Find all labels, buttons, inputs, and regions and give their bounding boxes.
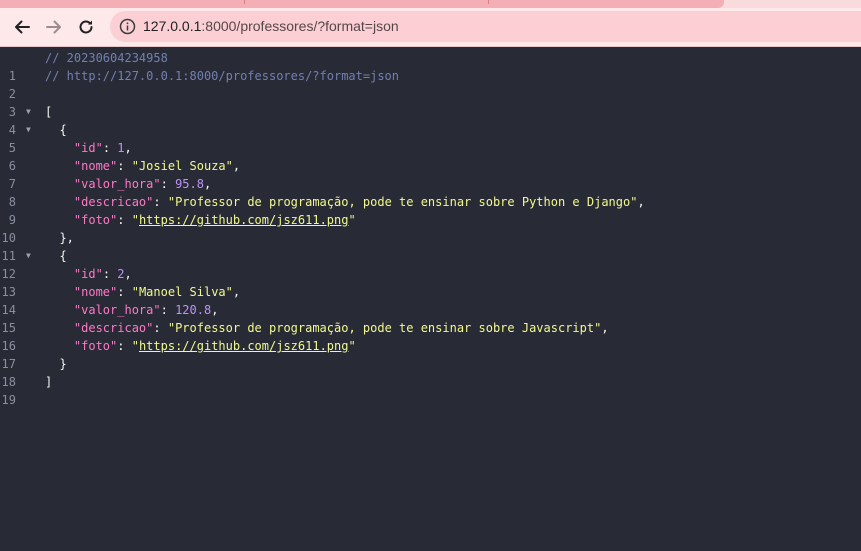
key-foto: "foto" <box>73 339 118 353</box>
foto-link[interactable]: https://github.com/jsz611.png <box>139 339 349 353</box>
arrow-left-icon <box>15 20 30 34</box>
field-line: "id": 2, <box>73 267 132 281</box>
code-line: 10 "foto": "https://github.com/jsz611.pn… <box>0 211 861 245</box>
key-id: "id" <box>73 267 103 281</box>
code-line: 5 ▼ { <box>0 121 861 155</box>
active-tab[interactable] <box>0 0 724 8</box>
key-nome: "nome" <box>73 285 118 299</box>
fold-toggle-icon[interactable]: ▼ <box>26 121 31 139</box>
object-close-brace: }, <box>45 231 74 245</box>
url-path: :8000/professores/?format=json <box>201 18 399 34</box>
code-line: 8 "valor_hora": 95.8, <box>0 175 861 209</box>
address-bar[interactable]: 127.0.0.1:8000/professores/?format=json <box>110 11 861 42</box>
url-text[interactable]: 127.0.0.1:8000/professores/?format=json <box>143 18 399 34</box>
forward-button[interactable] <box>40 14 68 40</box>
field-line: "descricao": "Professor de programação, … <box>73 321 609 335</box>
code-line: 9 "descricao": "Professor de programação… <box>0 193 861 227</box>
json-viewer: 1 // 20230604234958 2 // http://127.0.0.… <box>0 49 861 551</box>
url-host: 127.0.0.1 <box>143 18 202 34</box>
field-line: "descricao": "Professor de programação, … <box>73 195 645 209</box>
code-line: 13 "id": 2, <box>0 265 861 299</box>
array-open-bracket: [ <box>45 105 53 119</box>
value-descricao: "Professor de programação, pode te ensin… <box>167 321 602 335</box>
code-line: 19 ] <box>0 373 861 407</box>
tab-separator <box>488 0 489 4</box>
reload-button[interactable] <box>72 14 100 40</box>
back-button[interactable] <box>8 14 36 40</box>
code-line: 3 <box>0 85 861 119</box>
object-close-brace: } <box>45 357 67 371</box>
comment-url: // http://127.0.0.1:8000/professores/?fo… <box>45 69 400 83</box>
key-valor-hora: "valor_hora" <box>73 303 161 317</box>
key-foto: "foto" <box>73 213 118 227</box>
field-line: "nome": "Manoel Silva", <box>73 285 241 299</box>
code-line: 18 } <box>0 355 861 389</box>
value-descricao: "Professor de programação, pode te ensin… <box>167 195 638 209</box>
value-id: 2 <box>117 267 125 281</box>
key-descricao: "descricao" <box>73 321 154 335</box>
key-valor-hora: "valor_hora" <box>73 177 161 191</box>
code-line: 15 "valor_hora": 120.8, <box>0 301 861 335</box>
object-open-brace: { <box>45 249 67 263</box>
code-line: 7 "nome": "Josiel Souza", <box>0 157 861 191</box>
code-line: 1 // 20230604234958 <box>0 49 861 83</box>
value-nome: "Josiel Souza" <box>131 159 233 173</box>
code-line: 2 // http://127.0.0.1:8000/professores/?… <box>0 67 861 101</box>
field-line: "valor_hora": 95.8, <box>73 177 212 191</box>
object-open-brace: { <box>45 123 67 137</box>
key-id: "id" <box>73 141 103 155</box>
arrow-right-icon <box>46 20 61 34</box>
foto-link[interactable]: https://github.com/jsz611.png <box>139 213 349 227</box>
array-close-bracket: ] <box>45 375 53 389</box>
code-line: 16 "descricao": "Professor de programaçã… <box>0 319 861 353</box>
code-line: 4 ▼ [ <box>0 103 861 137</box>
fold-toggle-icon[interactable]: ▼ <box>26 247 31 265</box>
reload-icon <box>79 20 93 34</box>
value-valor-hora: 95.8 <box>175 177 204 191</box>
value-id: 1 <box>117 141 125 155</box>
key-descricao: "descricao" <box>73 195 154 209</box>
site-info-icon[interactable] <box>119 18 136 35</box>
field-line: "nome": "Josiel Souza", <box>73 159 241 173</box>
code-line: 17 "foto": "https://github.com/jsz611.pn… <box>0 337 861 371</box>
code-line: 11 }, <box>0 229 861 263</box>
code-line: 14 "nome": "Manoel Silva", <box>0 283 861 317</box>
line-number: 19 <box>1 393 16 407</box>
browser-toolbar: 127.0.0.1:8000/professores/?format=json <box>0 8 861 47</box>
field-line: "foto": "https://github.com/jsz611.png" <box>73 339 356 353</box>
code-line: 12 ▼ { <box>0 247 861 281</box>
tab-separator <box>244 0 245 4</box>
comment-timestamp: // 20230604234958 <box>45 51 168 65</box>
key-nome: "nome" <box>73 159 118 173</box>
field-line: "valor_hora": 120.8, <box>73 303 219 317</box>
fold-toggle-icon[interactable]: ▼ <box>26 103 31 121</box>
tab-strip <box>0 0 861 8</box>
code-line: 6 "id": 1, <box>0 139 861 173</box>
field-line: "id": 1, <box>73 141 132 155</box>
value-nome: "Manoel Silva" <box>131 285 233 299</box>
field-line: "foto": "https://github.com/jsz611.png" <box>73 213 356 227</box>
value-valor-hora: 120.8 <box>175 303 212 317</box>
